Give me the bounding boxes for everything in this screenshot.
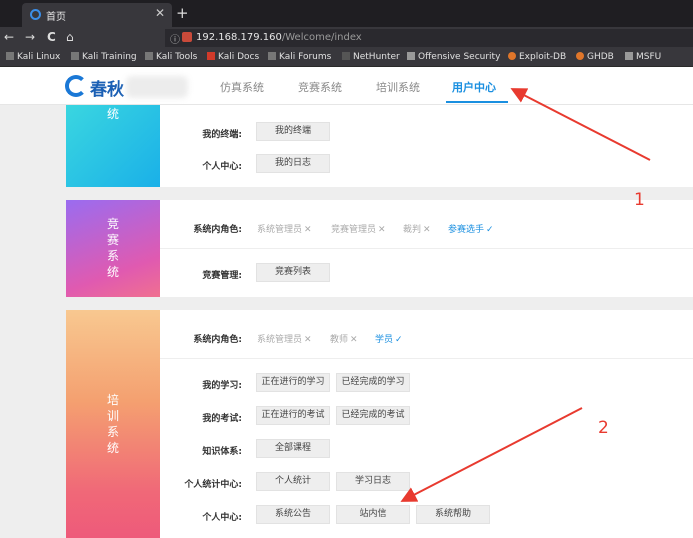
card-body-simulation: 我的终端: 我的终端 个人中心: 我的日志 — [160, 105, 693, 187]
divider — [160, 248, 693, 249]
role-granted-icon: ✓ — [486, 225, 494, 235]
role-denied-icon: ✕ — [423, 225, 431, 235]
bookmarks-bar: Kali Linux Kali Training Kali Tools Kali… — [0, 49, 693, 67]
exam-in-progress-button[interactable]: 正在进行的考试 — [256, 406, 330, 425]
role-granted-icon: ✓ — [395, 335, 403, 345]
annotation-number-1: 1 — [634, 190, 645, 210]
tab-title: 首页 — [46, 12, 66, 23]
personal-stats-button[interactable]: 个人统计 — [256, 472, 330, 491]
role-system-admin: 系统管理员 ✕ — [257, 225, 312, 235]
card-simulation-system: 统 我的终端: 我的终端 个人中心: 我的日志 — [66, 105, 693, 187]
role-denied-icon: ✕ — [378, 225, 386, 235]
row-label-personal-center: 个人中心: — [202, 162, 242, 172]
redacted-area — [126, 76, 188, 98]
system-notice-button[interactable]: 系统公告 — [256, 505, 330, 524]
nav-training-system[interactable]: 培训系统 — [376, 79, 420, 95]
bookmark-ghdb[interactable]: GHDB — [576, 52, 614, 62]
logo-text: 春秋 — [90, 80, 124, 100]
site-message-button[interactable]: 站内信 — [336, 505, 410, 524]
ghdb-icon — [576, 52, 584, 60]
divider — [160, 358, 693, 359]
kali-icon — [6, 52, 14, 60]
browser-nav-bar: ← → C ⌂ ⓘ 192.168.179.160/Welcome/index — [0, 27, 693, 49]
bookmark-kali-linux[interactable]: Kali Linux — [6, 52, 60, 62]
close-tab-icon[interactable]: ✕ — [155, 6, 165, 20]
row-label-stats-center: 个人统计中心: — [184, 480, 242, 490]
msfu-icon — [625, 52, 633, 60]
browser-tab-bar: 首页 ✕ + — [0, 0, 693, 27]
card-label-simulation: 统 — [66, 105, 160, 187]
kali-icon — [145, 52, 153, 60]
nav-user-center[interactable]: 用户中心 — [452, 79, 496, 95]
forward-icon[interactable]: → — [25, 30, 35, 44]
exploit-db-icon — [508, 52, 516, 60]
card-label-training: 培 训 系 统 — [66, 310, 160, 538]
study-log-button[interactable]: 学习日志 — [336, 472, 410, 491]
exam-completed-button[interactable]: 已经完成的考试 — [336, 406, 410, 425]
nav-simulation-system[interactable]: 仿真系统 — [220, 79, 264, 95]
role-denied-icon: ✕ — [350, 335, 358, 345]
row-label-my-exams: 我的考试: — [202, 414, 242, 424]
my-terminal-button[interactable]: 我的终端 — [256, 122, 330, 141]
row-label-knowledge: 知识体系: — [202, 447, 242, 457]
row-label-roles: 系统内角色: — [193, 225, 242, 235]
row-label-roles: 系统内角色: — [193, 335, 242, 345]
url-text[interactable]: 192.168.179.160/Welcome/index — [196, 32, 362, 43]
info-icon[interactable]: ⓘ — [170, 31, 180, 46]
role-denied-icon: ✕ — [304, 335, 312, 345]
role-teacher: 教师 ✕ — [330, 335, 358, 345]
role-contest-admin: 竞赛管理员 ✕ — [331, 225, 386, 235]
annotation-number-2: 2 — [598, 418, 609, 438]
role-system-admin: 系统管理员 ✕ — [257, 335, 312, 345]
my-log-button[interactable]: 我的日志 — [256, 154, 330, 173]
site-header: 春秋 仿真系统 竞赛系统 培训系统 用户中心 — [0, 67, 693, 105]
bookmark-nethunter[interactable]: NetHunter — [342, 52, 400, 62]
kali-icon — [268, 52, 276, 60]
bookmark-msfu[interactable]: MSFU — [625, 52, 661, 62]
docs-icon — [207, 52, 215, 60]
learning-completed-button[interactable]: 已经完成的学习 — [336, 373, 410, 392]
bookmark-kali-tools[interactable]: Kali Tools — [145, 52, 197, 62]
back-icon[interactable]: ← — [4, 30, 14, 44]
card-body-training: 系统内角色: 系统管理员 ✕ 教师 ✕ 学员 ✓ 我的学习: 正在进行的学习 已经完成… — [160, 310, 693, 538]
role-denied-icon: ✕ — [304, 225, 312, 235]
bookmark-exploit-db[interactable]: Exploit-DB — [508, 52, 566, 62]
card-body-contest: 系统内角色: 系统管理员 ✕ 竞赛管理员 ✕ 裁判 ✕ 参赛选手 ✓ 竞赛管理: 竞赛列… — [160, 200, 693, 297]
role-judge: 裁判 ✕ — [403, 225, 431, 235]
role-student: 学员 ✓ — [375, 335, 403, 345]
row-label-my-terminal: 我的终端: — [202, 130, 242, 140]
role-contestant: 参赛选手 ✓ — [448, 225, 494, 235]
all-courses-button[interactable]: 全部课程 — [256, 439, 330, 458]
contest-list-button[interactable]: 竞赛列表 — [256, 263, 330, 282]
row-label-personal-center: 个人中心: — [202, 513, 242, 523]
kali-icon — [71, 52, 79, 60]
row-label-my-learning: 我的学习: — [202, 381, 242, 391]
site-favicon-icon — [30, 9, 41, 20]
learning-in-progress-button[interactable]: 正在进行的学习 — [256, 373, 330, 392]
new-tab-icon[interactable]: + — [176, 4, 189, 22]
card-label-contest: 竞 赛 系 统 — [66, 200, 160, 297]
browser-tab[interactable]: 首页 ✕ — [22, 3, 172, 27]
bookmark-kali-docs[interactable]: Kali Docs — [207, 52, 259, 62]
offsec-icon — [407, 52, 415, 60]
nethunter-icon — [342, 52, 350, 60]
nav-contest-system[interactable]: 竞赛系统 — [298, 79, 342, 95]
bookmark-kali-training[interactable]: Kali Training — [71, 52, 137, 62]
bookmark-kali-forums[interactable]: Kali Forums — [268, 52, 331, 62]
url-bar[interactable]: ⓘ 192.168.179.160/Welcome/index — [165, 29, 693, 47]
logo-icon — [65, 75, 87, 97]
insecure-lock-icon[interactable] — [182, 32, 192, 42]
home-icon[interactable]: ⌂ — [66, 30, 74, 44]
row-label-contest-manage: 竞赛管理: — [202, 271, 242, 281]
bookmark-offensive-security[interactable]: Offensive Security — [407, 52, 500, 62]
card-contest-system: 竞 赛 系 统 系统内角色: 系统管理员 ✕ 竞赛管理员 ✕ 裁判 ✕ 参赛选手 ✓ 竞… — [66, 200, 693, 297]
system-help-button[interactable]: 系统帮助 — [416, 505, 490, 524]
active-nav-underline — [446, 101, 508, 103]
reload-icon[interactable]: C — [47, 30, 56, 44]
